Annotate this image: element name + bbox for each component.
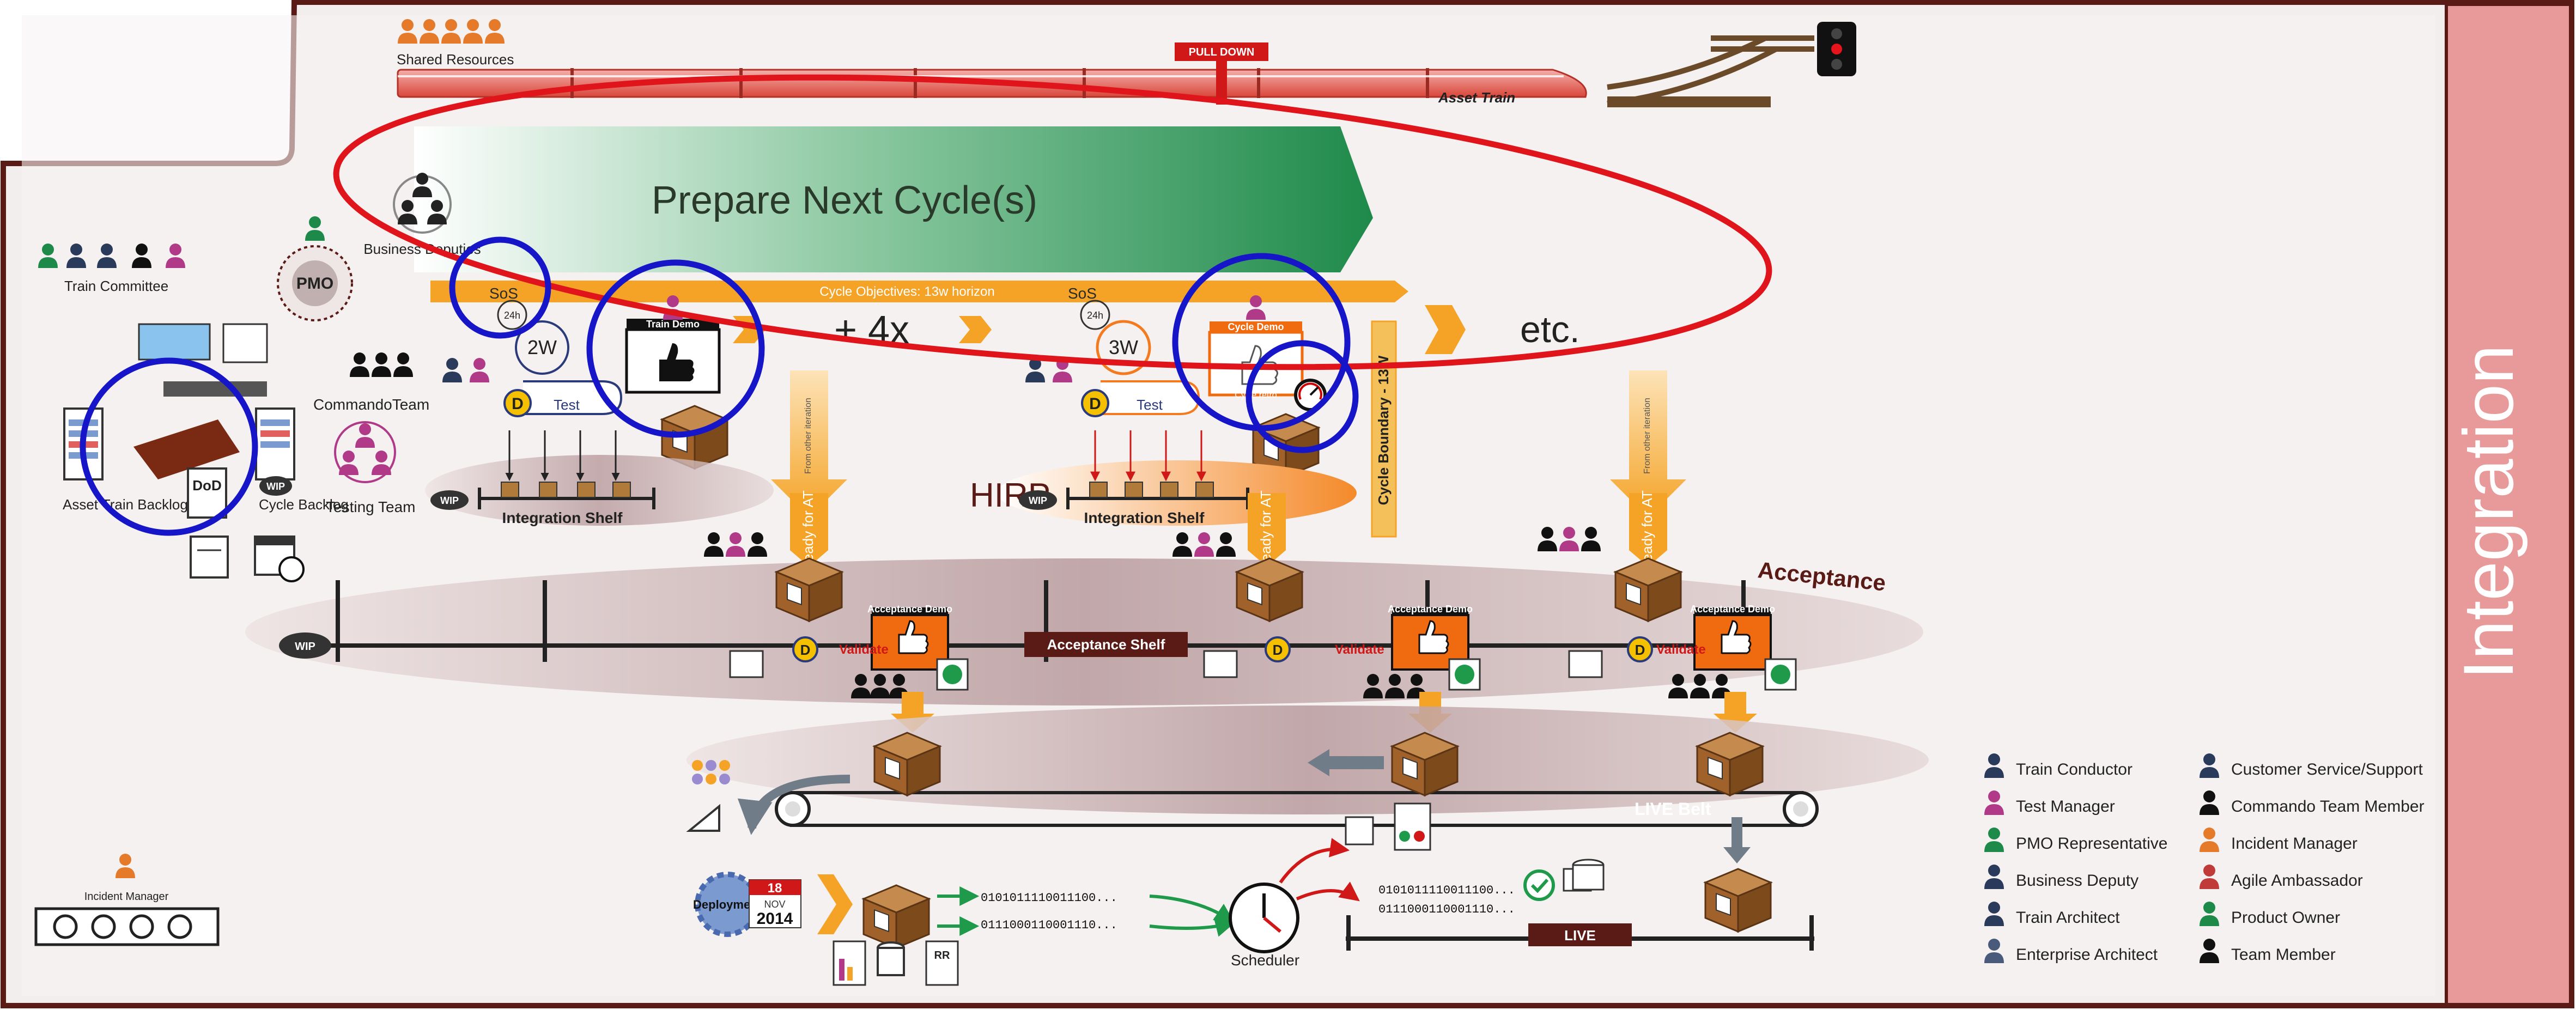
legend-left-1: Test Manager	[2016, 798, 2115, 816]
iteration-cycle-1-label: 2W	[527, 336, 557, 358]
train-demo-label: Train Demo	[646, 319, 700, 330]
cycle-demo-board	[1208, 321, 1304, 397]
etc-label: etc.	[1520, 309, 1580, 350]
from-other-iteration-label-1: From other iteration	[804, 398, 813, 474]
definition-badge-acceptance-1-label: D	[800, 642, 811, 658]
definition-badge-acceptance-2-label: D	[1273, 642, 1283, 658]
definition-badge-1-label: D	[512, 395, 524, 413]
svg-text:WIP: WIP	[266, 481, 285, 492]
incident-manager-label: Incident Manager	[84, 891, 169, 903]
legend-left-3: Business Deputy	[2016, 872, 2138, 890]
legend-left-4: Train Architect	[2016, 909, 2120, 927]
legend-left-2: PMO Representative	[2016, 835, 2167, 853]
live-box	[1704, 868, 1772, 933]
acceptance-demo-3	[1693, 606, 1772, 671]
cycle-demo-label: Cycle Demo	[1228, 321, 1284, 332]
daily-cycle-1-label: 24h	[504, 310, 520, 321]
legend-right-5: Team Member	[2231, 946, 2336, 964]
definition-badge-acceptance-3-label: D	[1635, 642, 1645, 658]
rr-label: RR	[934, 950, 950, 962]
acceptance-demo-label-3: Acceptance Demo	[1690, 604, 1775, 614]
asset-train-label: Asset Train	[1438, 89, 1515, 106]
bits-line-3: 0101011110011100...	[1378, 884, 1515, 897]
cycle-retro-label: Cycle retro	[1235, 391, 1277, 400]
sos-label-1: SoS	[489, 285, 518, 302]
legend-left-0: Train Conductor	[2016, 760, 2133, 778]
integration-title: Integration	[2449, 345, 2528, 679]
diagram-canvas: Integration Shared Resources Asset Train…	[1, 0, 2574, 1008]
daily-cycle-2-label: 24h	[1087, 310, 1103, 321]
commando-team-label: CommandoTeam	[313, 396, 429, 413]
cycle-backlog-icon	[255, 407, 295, 480]
from-other-iteration-label-2: From other iteration	[1643, 398, 1652, 474]
legend-left-5: Enterprise Architect	[2016, 946, 2158, 964]
pmo-label: PMO	[296, 275, 333, 293]
live-belt-label: LIVE Belt	[1635, 799, 1711, 819]
integration-shelf-2-label: Integration Shelf	[1084, 509, 1205, 526]
train-demo-board	[625, 319, 721, 394]
deployment-date-month: NOV	[764, 899, 785, 910]
validate-label-3: Validate	[1656, 642, 1706, 657]
wip-tag-shelf-2-label: WIP	[1029, 495, 1047, 506]
prepare-next-cycle-title: Prepare Next Cycle(s)	[652, 179, 1037, 222]
iteration-cycle-2-label: 3W	[1109, 336, 1138, 358]
acceptance-shelf-label: Acceptance Shelf	[1047, 636, 1165, 653]
acceptance-box-3	[1614, 557, 1682, 622]
scheduler-label: Scheduler	[1231, 952, 1299, 969]
sos-label-1-group: SoS	[489, 285, 518, 302]
belt-box-3	[1696, 732, 1764, 796]
open-box-icon	[862, 884, 930, 949]
bits-line-2: 0111000110001110...	[981, 918, 1117, 932]
deployment-date-year: 2014	[757, 910, 793, 928]
dod-label: DoD	[192, 477, 221, 494]
train-committee-label: Train Committee	[64, 278, 168, 294]
acceptance-demo-label-2: Acceptance Demo	[1388, 604, 1473, 614]
pull-down-label: PULL DOWN	[1189, 46, 1255, 58]
railway-signal-icon	[1817, 22, 1856, 76]
incident-belt-icon	[34, 907, 220, 946]
definition-badge-2-label: D	[1089, 395, 1101, 413]
bits-line-4: 0111000110001110...	[1378, 903, 1515, 916]
legend-right-4: Product Owner	[2231, 909, 2340, 927]
acceptance-box-2	[1236, 557, 1303, 622]
legend-right-2: Incident Manager	[2231, 835, 2358, 853]
live-label: LIVE	[1564, 927, 1596, 944]
acceptance-demo-label-1: Acceptance Demo	[867, 604, 952, 614]
test-label-2: Test	[1137, 397, 1163, 413]
acceptance-box-1	[775, 557, 843, 622]
legend-right-0: Customer Service/Support	[2231, 760, 2423, 778]
sos-label-2: SoS	[1068, 285, 1097, 302]
asset-train-backlog-label: Asset Train Backlog	[63, 496, 188, 513]
wip-tag-shelf-1-label: WIP	[440, 495, 459, 506]
validate-label-1: Validate	[839, 642, 889, 657]
scheduler-clock-icon	[1229, 883, 1299, 953]
integration-shelf-1-label: Integration Shelf	[502, 509, 623, 526]
wip-tag-icon: WIP	[259, 476, 292, 496]
check-icon	[1523, 869, 1555, 901]
wip-tag-acceptance-label: WIP	[295, 641, 315, 653]
legend-right-3: Agile Ambassador	[2231, 872, 2363, 890]
validate-label-2: Validate	[1335, 642, 1384, 657]
status-report-icon	[1394, 802, 1431, 851]
bits-line-1: 0101011110011100...	[981, 891, 1117, 905]
cycle-objectives-label: Cycle Objectives: 13w horizon	[819, 284, 994, 299]
belt-box-1	[873, 732, 941, 796]
thumbs-up-icon	[1345, 816, 1374, 845]
shared-resources-label: Shared Resources	[397, 51, 514, 68]
test-label-1: Test	[554, 397, 580, 413]
deployment-date-day: 18	[768, 881, 782, 896]
belt-box-2	[1391, 732, 1459, 796]
clipboard-icon	[190, 536, 229, 579]
cycle-backlog-label: Cycle Backlog	[259, 496, 349, 513]
cycle-boundary-label: Cycle Boundary - 13W	[1375, 355, 1392, 505]
legend-right-1: Commando Team Member	[2231, 798, 2425, 816]
